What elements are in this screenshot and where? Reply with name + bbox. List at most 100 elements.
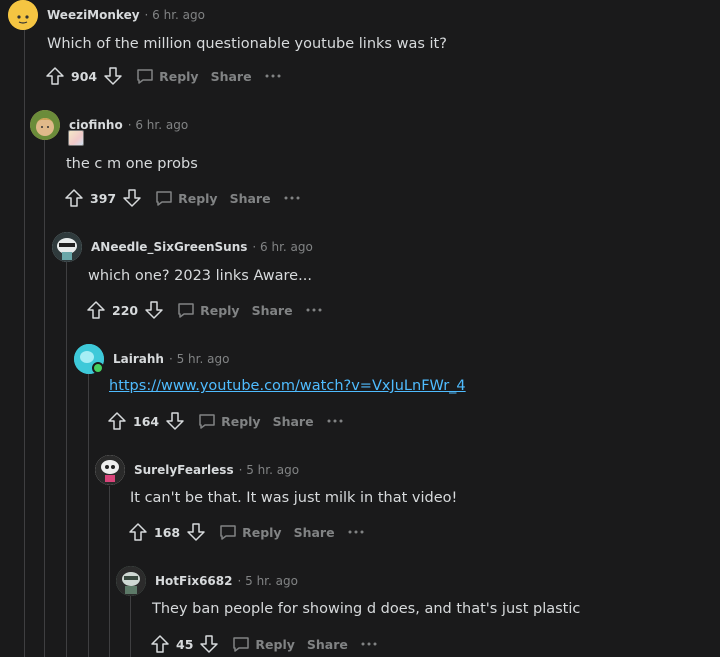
- timestamp[interactable]: · 6 hr. ago: [128, 118, 188, 132]
- more-options-icon[interactable]: [360, 635, 378, 653]
- comment-bubble-icon: [233, 637, 250, 652]
- comment-bubble-icon: [137, 69, 153, 84]
- reply-label: Reply: [178, 190, 218, 206]
- comment-header: Lairahh · 5 hr. ago: [74, 344, 229, 374]
- downvote-icon[interactable]: [165, 411, 185, 431]
- reply-button[interactable]: Reply: [231, 634, 295, 654]
- monkey-avatar-icon: [8, 0, 38, 30]
- comment-bubble-icon: [220, 525, 236, 540]
- comment-header: WeeziMonkey · 6 hr. ago: [8, 0, 205, 30]
- share-button[interactable]: Share: [230, 191, 271, 206]
- reply-label: Reply: [255, 636, 295, 652]
- username[interactable]: HotFix6682: [155, 574, 232, 588]
- thread-line-level-3[interactable]: [66, 262, 67, 657]
- user-avatar-icon: [30, 110, 60, 140]
- reply-button[interactable]: Reply: [176, 300, 240, 320]
- thread-line-level-5[interactable]: [109, 486, 110, 657]
- comment: WeeziMonkey · 6 hr. ago Which of the mil…: [8, 0, 447, 85]
- snoo-avatar-icon: [74, 344, 104, 374]
- timestamp[interactable]: · 5 hr. ago: [169, 352, 229, 366]
- avatar[interactable]: [116, 566, 146, 596]
- comment-actions: 45 Reply Share: [150, 632, 410, 656]
- snoo-avatar-icon: [95, 455, 125, 485]
- avatar[interactable]: [52, 232, 82, 262]
- reply-button[interactable]: Reply: [197, 411, 261, 431]
- vote-count: 45: [176, 636, 194, 652]
- comment: ciofinho · 6 hr. ago the c m one probs 3…: [30, 110, 300, 207]
- comment-body: It can't be that. It was just milk in th…: [130, 490, 458, 506]
- more-options-icon[interactable]: [264, 67, 282, 85]
- reply-label: Reply: [200, 302, 240, 318]
- snoo-avatar-icon: [116, 566, 146, 596]
- comment-body: which one? 2023 links Aware...: [88, 268, 312, 284]
- share-button[interactable]: Share: [307, 637, 348, 652]
- share-button[interactable]: Share: [211, 69, 252, 84]
- vote-count: 904: [71, 68, 98, 84]
- reply-label: Reply: [221, 413, 261, 429]
- more-options-icon[interactable]: [326, 412, 344, 430]
- username[interactable]: ANeedle_SixGreenSuns: [91, 240, 247, 254]
- avatar[interactable]: [95, 455, 125, 485]
- upvote-icon[interactable]: [107, 411, 127, 431]
- avatar[interactable]: [30, 110, 60, 140]
- flair-sticker: [68, 130, 84, 146]
- timestamp[interactable]: · 6 hr. ago: [145, 8, 205, 22]
- downvote-icon[interactable]: [144, 300, 164, 320]
- comment-body: They ban people for showing d does, and …: [152, 601, 581, 617]
- thread-line-level-6[interactable]: [130, 596, 131, 657]
- youtube-link[interactable]: https://www.youtube.com/watch?v=VxJuLnFW…: [109, 376, 466, 396]
- comment-header: ANeedle_SixGreenSuns · 6 hr. ago: [52, 232, 313, 262]
- comment: Lairahh · 5 hr. ago https://www.youtube.…: [74, 344, 466, 430]
- upvote-icon[interactable]: [64, 188, 84, 208]
- timestamp[interactable]: · 6 hr. ago: [252, 240, 312, 254]
- timestamp[interactable]: · 5 hr. ago: [239, 463, 299, 477]
- avatar[interactable]: [74, 344, 104, 374]
- comment-body: the c m one probs: [66, 156, 198, 172]
- reply-label: Reply: [242, 524, 282, 540]
- username[interactable]: WeeziMonkey: [47, 8, 140, 22]
- comment-actions: 164 Reply Share: [107, 409, 367, 433]
- username[interactable]: Lairahh: [113, 352, 164, 366]
- more-options-icon[interactable]: [305, 301, 323, 319]
- vote-count: 397: [90, 190, 117, 206]
- vote-count: 168: [154, 524, 181, 540]
- more-options-icon[interactable]: [347, 523, 365, 541]
- thread-line-level-2[interactable]: [44, 140, 45, 657]
- reply-button[interactable]: Reply: [135, 66, 199, 86]
- thread-line-level-1[interactable]: [24, 30, 25, 657]
- downvote-icon[interactable]: [122, 188, 142, 208]
- downvote-icon[interactable]: [186, 522, 206, 542]
- comment-bubble-icon: [156, 191, 172, 206]
- upvote-icon[interactable]: [45, 66, 65, 86]
- downvote-icon[interactable]: [199, 634, 219, 654]
- upvote-icon[interactable]: [128, 522, 148, 542]
- comment-bubble-icon: [178, 303, 194, 318]
- vote-count: 164: [133, 413, 160, 429]
- comment-header: ciofinho · 6 hr. ago: [30, 110, 188, 140]
- comment-actions: 220 Reply Share: [86, 298, 346, 322]
- upvote-icon[interactable]: [86, 300, 106, 320]
- comment-actions: 904 Reply Share: [45, 64, 305, 88]
- comment-body: Which of the million questionable youtub…: [47, 36, 447, 52]
- comment-actions: 168 Reply Share: [128, 520, 388, 544]
- share-button[interactable]: Share: [294, 525, 335, 540]
- username[interactable]: SurelyFearless: [134, 463, 234, 477]
- timestamp[interactable]: · 5 hr. ago: [237, 574, 297, 588]
- comment: ANeedle_SixGreenSuns · 6 hr. ago which o…: [52, 232, 322, 319]
- reply-button[interactable]: Reply: [218, 522, 282, 542]
- reply-label: Reply: [159, 68, 199, 84]
- upvote-icon[interactable]: [150, 634, 170, 654]
- more-options-icon[interactable]: [283, 189, 301, 207]
- comment: HotFix6682 · 5 hr. ago They ban people f…: [116, 566, 580, 653]
- comment-header: HotFix6682 · 5 hr. ago: [116, 566, 298, 596]
- snoo-avatar-icon: [52, 232, 82, 262]
- comment-bubble-icon: [199, 414, 215, 429]
- comment: SurelyFearless · 5 hr. ago It can't be t…: [95, 455, 457, 541]
- reply-button[interactable]: Reply: [154, 188, 218, 208]
- share-button[interactable]: Share: [273, 414, 314, 429]
- downvote-icon[interactable]: [103, 66, 123, 86]
- avatar[interactable]: [8, 0, 38, 30]
- share-button[interactable]: Share: [252, 303, 293, 318]
- thread-line-level-4[interactable]: [88, 374, 89, 657]
- comment-actions: 397 Reply Share: [64, 186, 324, 210]
